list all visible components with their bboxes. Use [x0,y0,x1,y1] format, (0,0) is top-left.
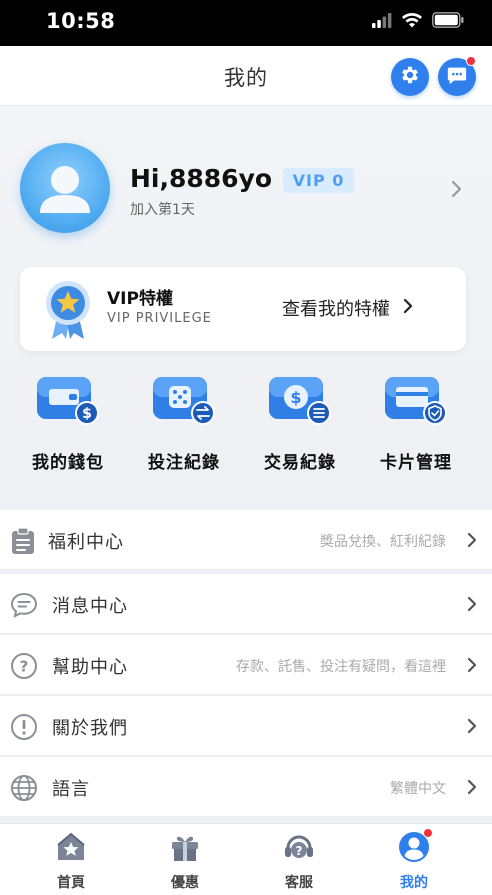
support-icon: ? [282,830,316,864]
vip-privilege-card[interactable]: VIP特權 VIP PRIVILEGE 查看我的特權 [20,267,466,351]
clipboard-icon [10,527,38,555]
status-time: 10:58 [46,9,116,33]
chevron-right-icon [466,595,478,617]
help-icon: ? [10,652,38,680]
tab-profile[interactable]: 我的 [374,828,454,892]
wifi-icon [401,12,423,32]
chevron-right-icon [402,297,414,320]
vip-card-title: VIP特權 [107,289,173,309]
quick-action-card[interactable]: 卡片管理 [366,371,466,473]
svg-text:?: ? [296,844,303,858]
quick-action-label: 交易紀錄 [264,453,336,473]
vip-medal-icon [42,277,94,345]
quick-action-label: 卡片管理 [380,453,452,473]
quick-action-label: 投注紀錄 [148,453,220,473]
profile-icon [397,828,433,864]
menu-label: 福利中心 [48,532,124,553]
chevron-right-icon [466,778,478,800]
menu-label: 幫助中心 [52,657,128,678]
chat-icon [446,64,468,90]
user-silhouette-icon [40,166,90,213]
avatar[interactable] [20,143,110,233]
menu-item-welfare-center[interactable]: 福利中心 獎品兌換、紅利紀錄 [0,510,492,570]
quick-action-bet-record[interactable]: 投注紀錄 [134,371,234,473]
status-icons [372,12,464,32]
chevron-right-icon [466,717,478,739]
menu-label: 語言 [52,779,90,800]
tab-customer-service[interactable]: ? 客服 [259,830,339,892]
notification-dot [466,56,476,66]
quick-action-wallet[interactable]: $ 我的錢包 [18,371,118,473]
notification-dot [423,828,433,838]
tab-home[interactable]: 首頁 [31,830,111,892]
bet-record-icon [151,371,217,429]
menu-item-about-us[interactable]: 關於我們 [0,696,492,756]
menu-label: 關於我們 [52,718,128,739]
gear-icon [399,64,421,90]
svg-text:$: $ [290,388,301,407]
join-days: 加入第1天 [130,202,195,218]
tab-label: 優惠 [171,875,199,891]
info-icon [10,713,38,741]
header: 我的 [0,46,492,106]
message-button[interactable] [438,56,476,96]
home-icon [54,830,88,864]
wallet-icon: $ [35,371,101,429]
tab-label: 我的 [400,875,428,891]
quick-action-label: 我的錢包 [32,453,104,473]
view-privilege-link[interactable]: 查看我的特權 [282,295,414,321]
gift-icon [168,830,202,864]
transaction-icon: $ [267,371,333,429]
chat-bubble-icon [10,591,38,619]
chevron-right-icon [466,656,478,678]
menu-hint: 存款、託售、投注有疑問，看這裡 [236,659,446,675]
menu-item-message-center[interactable]: 消息中心 [0,574,492,634]
status-bar: 10:58 [0,0,492,46]
vip-card-subtitle: VIP PRIVILEGE [107,311,212,326]
svg-text:$: $ [82,406,92,422]
settings-button[interactable] [391,58,429,96]
chevron-right-icon [466,531,478,553]
menu-label: 消息中心 [52,596,128,617]
tab-label: 首頁 [57,875,85,891]
svg-text:?: ? [20,658,29,676]
view-privilege-label: 查看我的特權 [282,299,390,320]
menu-hint: 獎品兌換、紅利紀錄 [320,534,446,550]
username: Hi,8886yo [130,164,273,193]
vip-level-badge: VIP 0 [283,168,354,193]
menu-item-language[interactable]: 語言 繁體中文 [0,757,492,817]
bottom-tab-bar: 首頁 優惠 ? 客服 我的 [0,823,492,895]
card-icon [383,371,449,429]
tab-label: 客服 [285,875,313,891]
tab-promotions[interactable]: 優惠 [145,830,225,892]
menu-item-help-center[interactable]: ? 幫助中心 存款、託售、投注有疑問，看這裡 [0,635,492,695]
battery-icon [432,12,464,32]
chevron-right-icon[interactable] [450,179,464,203]
signal-icon [372,12,392,32]
profile-section: Hi,8886yo VIP 0 加入第1天 VIP特權 VIP PRIVILEG… [0,106,492,492]
globe-icon [10,774,38,802]
quick-action-transaction[interactable]: $ 交易紀錄 [250,371,350,473]
menu-hint: 繁體中文 [390,781,446,797]
